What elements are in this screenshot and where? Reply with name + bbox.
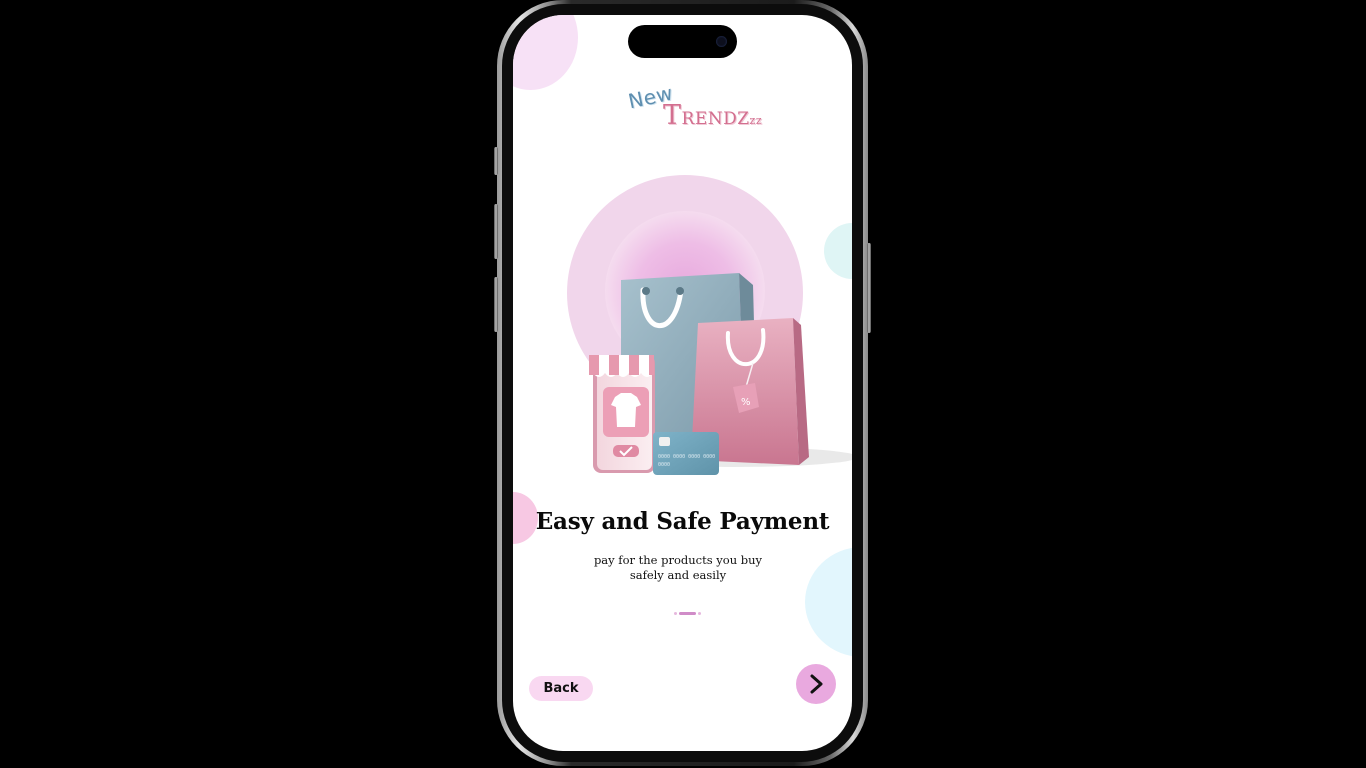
dynamic-island [628,25,737,58]
app-logo: New TRENDZzz [625,81,762,133]
page-dot-1[interactable] [674,611,677,615]
onboarding-subtitle: pay for the products you buy safely and … [513,553,843,583]
svg-text:%: % [741,397,751,408]
app-screen: New TRENDZzz % 0000 0000 0000 0000 0000 … [513,15,852,751]
page-dot-3[interactable] [698,611,701,615]
subtitle-line-1: pay for the products you buy [593,553,763,567]
back-button[interactable]: Back [529,676,593,701]
page-dot-2-active[interactable] [679,611,696,615]
phone-power-button [867,243,871,333]
shopping-payment-illustration: % 0000 0000 0000 0000 0000 [567,175,852,475]
svg-text:0000: 0000 [658,462,670,468]
phone-volume-down-button [494,277,498,332]
front-camera-icon [716,36,727,47]
logo-word-trendz: TRENDZzz [663,100,763,131]
page-indicator [674,610,701,616]
phone-volume-up-button [494,204,498,259]
decorative-bubble-top-left [513,15,578,90]
phone-action-button [494,147,498,175]
svg-text:0000 0000 0000 0000: 0000 0000 0000 0000 [658,454,715,460]
onboarding-headline: Easy and Safe Payment [535,508,830,535]
next-button[interactable] [796,664,836,704]
chevron-right-icon [810,674,823,694]
credit-card-icon: 0000 0000 0000 0000 0000 [653,432,719,475]
mobile-store-icon [589,355,655,473]
subtitle-line-2: safely and easily [629,568,727,582]
